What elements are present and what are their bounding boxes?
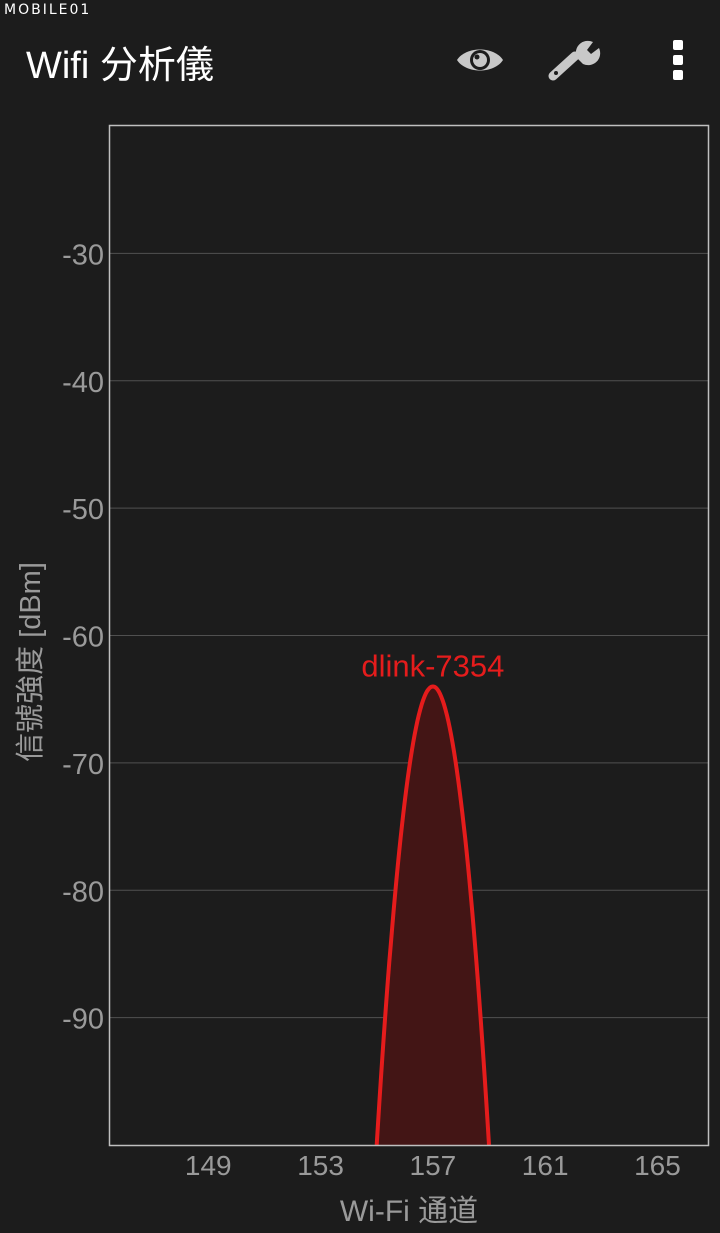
x-tick-label: 165 [634,1150,681,1181]
y-axis-label: 信號強度 [dBm] [14,562,47,762]
signal-chart: -30 -40 -50 -60 -70 -80 -90 149 153 157 161 165 Wi-F… [14,124,710,1228]
y-tick-label: -30 [62,239,104,271]
y-tick-label: -90 [62,1004,104,1036]
x-tick-label: 153 [297,1150,344,1181]
y-tick-label: -60 [62,622,104,654]
x-tick-label: 161 [522,1150,569,1181]
y-tick-label: -40 [62,367,104,399]
y-tick-label: -50 [62,494,104,526]
y-tick-label: -80 [62,876,104,908]
y-tick-label: -70 [62,749,104,781]
x-tick-label: 149 [185,1150,232,1181]
x-axis-label: Wi-Fi 通道 [340,1195,478,1228]
network-label: dlink-7354 [361,648,504,683]
x-tick-label: 157 [410,1150,457,1181]
